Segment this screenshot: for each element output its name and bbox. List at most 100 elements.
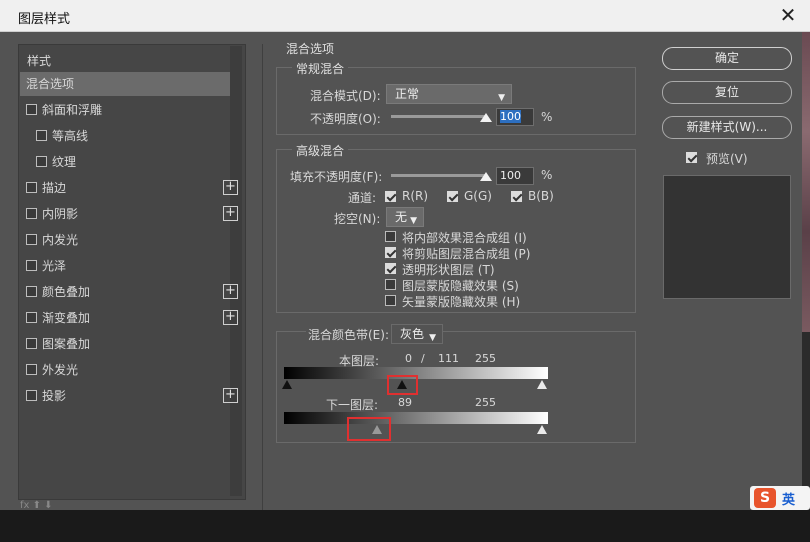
- knockout-dropdown[interactable]: 无 ▼: [386, 207, 424, 227]
- underlying-layer-gradient: [284, 412, 548, 424]
- sidebar-item[interactable]: 内发光: [20, 228, 230, 252]
- sidebar-item-label: 斜面和浮雕: [42, 103, 103, 117]
- channels-label: 通道:: [348, 191, 377, 205]
- close-icon[interactable]: ✕: [776, 4, 800, 28]
- sidebar-item[interactable]: 光泽: [20, 254, 230, 278]
- sidebar-item-checkbox[interactable]: [26, 338, 37, 349]
- sidebar-item-checkbox[interactable]: [26, 104, 37, 115]
- ok-button[interactable]: 确定: [662, 47, 792, 70]
- sidebar-item[interactable]: 颜色叠加 +: [20, 280, 238, 304]
- advanced-option-label: 将内部效果混合成组 (I): [402, 231, 527, 245]
- general-blending-title: 常规混合: [292, 60, 349, 77]
- title-bar: 图层样式 ✕: [0, 0, 810, 32]
- this-layer-black-value: 0: [405, 352, 412, 365]
- this-layer-black-slider[interactable]: [282, 380, 292, 389]
- this-layer-split-value: 111: [438, 352, 459, 365]
- channel-r-label: R(R): [402, 189, 429, 203]
- sidebar-item[interactable]: 描边 +: [20, 176, 238, 200]
- window-title: 图层样式: [18, 12, 71, 27]
- this-layer-white-value: 255: [475, 352, 496, 365]
- advanced-option-checkbox[interactable]: [385, 263, 396, 274]
- sidebar-item-checkbox[interactable]: [26, 234, 37, 245]
- advanced-option-label: 图层蒙版隐藏效果 (S): [402, 279, 519, 293]
- blend-if-group: [276, 331, 636, 443]
- advanced-blending-title: 高级混合: [292, 142, 349, 159]
- sidebar-item-checkbox[interactable]: [26, 260, 37, 271]
- sidebar-item-label: 混合选项: [26, 77, 75, 91]
- sidebar-item[interactable]: 外发光: [20, 358, 230, 382]
- sidebar-scrollbar[interactable]: [230, 46, 242, 496]
- blend-if-dropdown[interactable]: 灰色 ▼: [391, 324, 443, 344]
- blend-mode-value: 正常: [395, 87, 420, 101]
- fill-opacity-input[interactable]: 100: [496, 167, 534, 185]
- sidebar-item-checkbox[interactable]: [36, 156, 47, 167]
- knockout-value: 无: [395, 210, 408, 224]
- ime-language: 英: [782, 493, 796, 508]
- chevron-down-icon: ▼: [429, 333, 436, 343]
- advanced-option-checkbox[interactable]: [385, 231, 396, 242]
- chevron-down-icon: ▼: [498, 93, 505, 103]
- sidebar-item-label: 描边: [42, 181, 67, 195]
- sidebar-item-checkbox[interactable]: [26, 182, 37, 193]
- sidebar-item-label: 内阴影: [42, 207, 79, 221]
- fill-opacity-slider-track[interactable]: [391, 174, 487, 177]
- ime-indicator[interactable]: S 英: [750, 486, 810, 510]
- chevron-down-icon: ▼: [410, 216, 417, 226]
- sidebar-item-checkbox[interactable]: [26, 208, 37, 219]
- background-canvas-strip: [802, 32, 810, 332]
- reset-button[interactable]: 复位: [662, 81, 792, 104]
- add-effect-icon[interactable]: +: [223, 388, 238, 403]
- advanced-option-checkbox[interactable]: [385, 279, 396, 290]
- sogou-logo-icon: S: [754, 488, 776, 508]
- add-effect-icon[interactable]: +: [223, 284, 238, 299]
- sidebar-item-checkbox[interactable]: [26, 286, 37, 297]
- add-effect-icon[interactable]: +: [223, 310, 238, 325]
- advanced-option-checkbox[interactable]: [385, 295, 396, 306]
- sidebar-item[interactable]: 混合选项: [20, 72, 230, 96]
- underlying-white-slider[interactable]: [537, 425, 547, 434]
- preview-swatch: [663, 175, 791, 299]
- channel-g-checkbox[interactable]: [447, 191, 458, 202]
- sidebar-item[interactable]: 渐变叠加 +: [20, 306, 238, 330]
- advanced-option-label: 透明形状图层 (T): [402, 263, 495, 277]
- sidebar-item[interactable]: 斜面和浮雕: [20, 98, 230, 122]
- fill-opacity-unit: %: [541, 168, 553, 182]
- opacity-unit: %: [541, 110, 553, 124]
- sidebar-item-label: 纹理: [52, 155, 77, 169]
- this-layer-white-slider[interactable]: [537, 380, 547, 389]
- channel-r-checkbox[interactable]: [385, 191, 396, 202]
- advanced-option-checkbox[interactable]: [385, 247, 396, 258]
- sidebar-item-checkbox[interactable]: [26, 390, 37, 401]
- sidebar-item[interactable]: 纹理: [20, 150, 230, 174]
- new-style-button[interactable]: 新建样式(W)...: [662, 116, 792, 139]
- channel-g-label: G(G): [464, 189, 492, 203]
- opacity-input[interactable]: 100: [496, 108, 534, 126]
- underlying-white-value: 255: [475, 396, 496, 409]
- sidebar-item[interactable]: 投影 +: [20, 384, 238, 408]
- channel-b-checkbox[interactable]: [511, 191, 522, 202]
- blend-mode-dropdown[interactable]: 正常 ▼: [386, 84, 512, 104]
- preview-checkbox[interactable]: [686, 152, 697, 163]
- opacity-slider-track[interactable]: [391, 115, 487, 118]
- sidebar-item[interactable]: 图案叠加: [20, 332, 230, 356]
- sidebar-item-checkbox[interactable]: [36, 130, 47, 141]
- knockout-label: 挖空(N):: [334, 212, 381, 226]
- fill-opacity-slider-thumb[interactable]: [480, 172, 492, 181]
- blend-if-value: 灰色: [400, 327, 425, 341]
- channel-b-label: B(B): [528, 189, 554, 203]
- sidebar-item-label: 图案叠加: [42, 337, 91, 351]
- sidebar-item-checkbox[interactable]: [26, 312, 37, 323]
- sidebar-item-label: 光泽: [42, 259, 67, 273]
- sidebar-item-checkbox[interactable]: [26, 364, 37, 375]
- sidebar-item-label: 投影: [42, 389, 67, 403]
- this-layer-separator: /: [421, 352, 425, 365]
- add-effect-icon[interactable]: +: [223, 180, 238, 195]
- sidebar-bottom-icons[interactable]: fx ⬆ ⬇: [20, 500, 244, 511]
- advanced-option-label: 矢量蒙版隐藏效果 (H): [402, 295, 521, 309]
- add-effect-icon[interactable]: +: [223, 206, 238, 221]
- taskbar: [0, 510, 810, 542]
- sidebar-item-label: 等高线: [52, 129, 89, 143]
- opacity-slider-thumb[interactable]: [480, 113, 492, 122]
- sidebar-item[interactable]: 等高线: [20, 124, 230, 148]
- sidebar-item[interactable]: 内阴影 +: [20, 202, 238, 226]
